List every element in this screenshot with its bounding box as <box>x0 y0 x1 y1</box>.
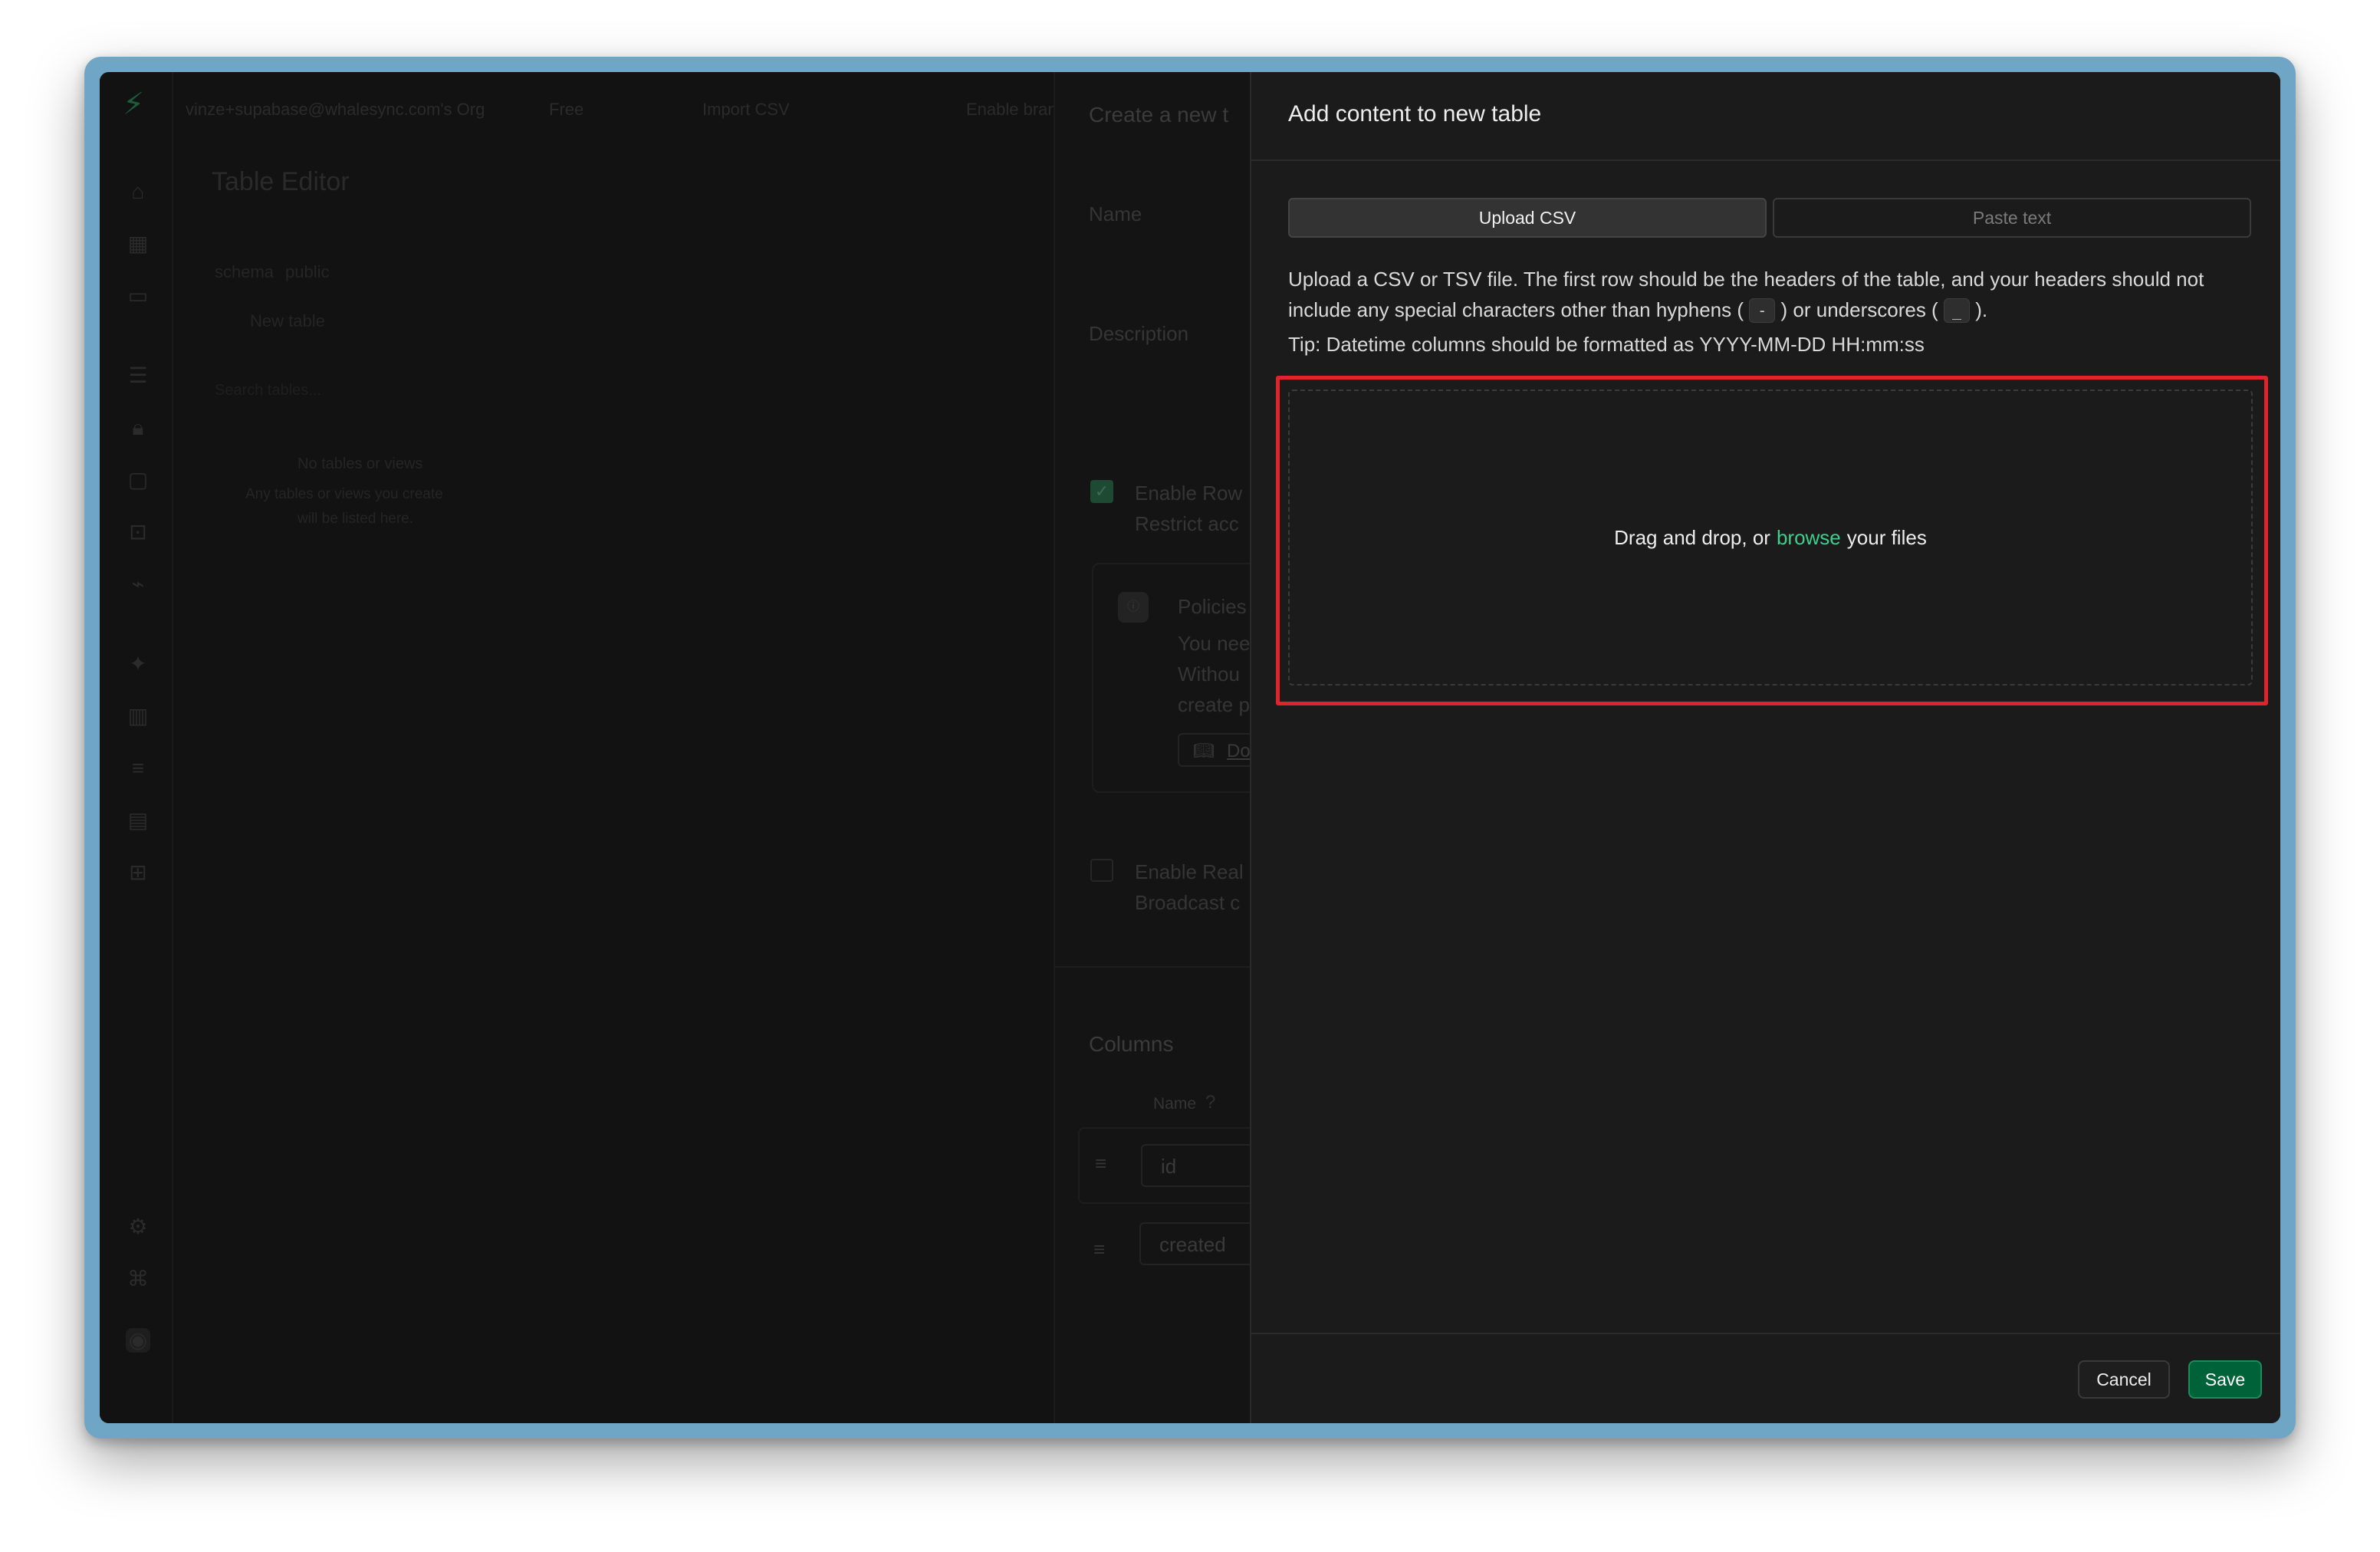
realtime-checkbox[interactable] <box>1090 859 1113 882</box>
column-name-header: Name <box>1153 1095 1197 1113</box>
underscore-code: _ <box>1943 298 1970 323</box>
column-row: ≡ id <box>1078 1127 1279 1204</box>
book-icon: 📖︎ <box>1193 741 1215 760</box>
api-docs-icon[interactable]: ▤ <box>126 808 150 833</box>
home-icon[interactable]: ⌂ <box>126 179 150 204</box>
upload-mode-tabs: Upload CSV Paste text <box>1288 198 2251 238</box>
dialog-footer: Cancel Save <box>1251 1333 2280 1423</box>
import-csv-button[interactable]: Import CSV <box>702 100 790 120</box>
question-icon: ? <box>1205 1092 1216 1113</box>
policies-text-3: create p <box>1178 693 1250 716</box>
empty-state-title: No tables or views <box>298 455 423 472</box>
dropzone-prefix: Drag and drop, or <box>1614 525 1770 549</box>
plan-badge: Free <box>549 100 584 119</box>
policies-text-1: You nee <box>1178 632 1251 655</box>
save-button[interactable]: Save <box>2188 1360 2262 1399</box>
feedback-icon[interactable]: ⌘ <box>126 1267 150 1291</box>
columns-title: Columns <box>1089 1032 1174 1056</box>
tab-upload-csv[interactable]: Upload CSV <box>1288 198 1767 238</box>
instructions-text-1: Upload a CSV or TSV file. The first row … <box>1288 268 2204 321</box>
rls-label: Enable Row <box>1135 482 1243 505</box>
table-icon[interactable]: ▦ <box>126 232 150 256</box>
policies-callout: ⓘ Policies You nee Withou create p 📖︎ Do <box>1092 563 1293 793</box>
dialog-header: Add content to new table <box>1251 72 2280 161</box>
upload-instructions: Upload a CSV or TSV file. The first row … <box>1288 264 2262 325</box>
tab-paste-text[interactable]: Paste text <box>1773 198 2251 238</box>
schema-selector[interactable]: public <box>285 262 329 282</box>
supabase-logo-icon[interactable]: ⚡ <box>123 89 153 120</box>
dialog-title: Add content to new table <box>1288 101 1542 127</box>
terminal-icon[interactable]: ▭ <box>126 284 150 308</box>
checkbox-checked-icon[interactable]: ✓ <box>1090 480 1113 503</box>
empty-state-line1: Any tables or views you create <box>245 486 443 502</box>
reports-icon[interactable]: ▥ <box>126 704 150 728</box>
org-name[interactable]: vinze+supabase@whalesync.com's Org <box>186 100 485 120</box>
search-tables-input[interactable]: Search tables... <box>215 382 321 400</box>
info-icon: ⓘ <box>1118 592 1149 623</box>
storage-icon[interactable]: ▢ <box>126 468 150 492</box>
policies-text-2: Withou <box>1178 663 1240 686</box>
window-frame: ⚡ ⌂ ▦ ▭ ☰ 🔒︎ ▢ ⊡ ⌁ ✦ ▥ ≡ ▤ ⊞ ⚙ ⌘ ◉ vinze… <box>84 57 2296 1439</box>
policies-title: Policies <box>1178 595 1247 618</box>
instructions-text-3: ). <box>1975 298 1988 321</box>
hyphen-code: - <box>1749 298 1776 323</box>
rls-sublabel: Restrict acc <box>1135 512 1239 535</box>
lock-icon[interactable]: 🔒︎ <box>126 416 150 440</box>
drag-handle-icon[interactable]: ≡ <box>1093 1238 1105 1261</box>
add-content-dialog: Add content to new table Upload CSV Past… <box>1250 72 2280 1423</box>
description-label: Description <box>1089 322 1189 345</box>
settings-icon[interactable]: ⚙ <box>126 1215 150 1239</box>
instructions-text-2: ) or underscores ( <box>1780 298 1938 321</box>
realtime-sublabel: Broadcast c <box>1135 891 1241 914</box>
functions-icon[interactable]: ⊡ <box>126 520 150 544</box>
logs-icon[interactable]: ≡ <box>126 756 150 781</box>
docs-link[interactable]: Do <box>1227 741 1251 762</box>
file-dropzone[interactable]: Drag and drop, or browse your files <box>1288 390 2253 686</box>
left-nav-rail: ⚡ ⌂ ▦ ▭ ☰ 🔒︎ ▢ ⊡ ⌁ ✦ ▥ ≡ ▤ ⊞ ⚙ ⌘ ◉ <box>100 72 173 1423</box>
datetime-tip: Tip: Datetime columns should be formatte… <box>1288 333 1925 356</box>
cancel-button[interactable]: Cancel <box>2078 1360 2170 1399</box>
realtime-label: Enable Real <box>1135 860 1244 883</box>
schema-label: schema <box>215 262 274 281</box>
new-table-button[interactable]: New table <box>250 311 325 331</box>
create-table-panel: Create a new t Name Description ✓ Enable… <box>1054 72 1293 1423</box>
drag-handle-icon[interactable]: ≡ <box>1095 1152 1106 1176</box>
dropzone-suffix: your files <box>1846 525 1927 549</box>
create-table-title: Create a new t <box>1089 103 1229 127</box>
advisor-icon[interactable]: ✦ <box>126 652 150 676</box>
database-icon[interactable]: ☰ <box>126 363 150 388</box>
divider <box>1055 966 1253 968</box>
app-window: ⚡ ⌂ ▦ ▭ ☰ 🔒︎ ▢ ⊡ ⌁ ✦ ▥ ≡ ▤ ⊞ ⚙ ⌘ ◉ vinze… <box>100 72 2280 1423</box>
help-icon[interactable]: ◉ <box>126 1328 150 1353</box>
name-label: Name <box>1089 202 1142 225</box>
browse-link[interactable]: browse <box>1777 526 1841 550</box>
realtime-icon[interactable]: ⌁ <box>126 572 150 597</box>
empty-state-line2: will be listed here. <box>298 511 414 527</box>
page-title: Table Editor <box>212 167 350 196</box>
integrations-icon[interactable]: ⊞ <box>126 860 150 885</box>
